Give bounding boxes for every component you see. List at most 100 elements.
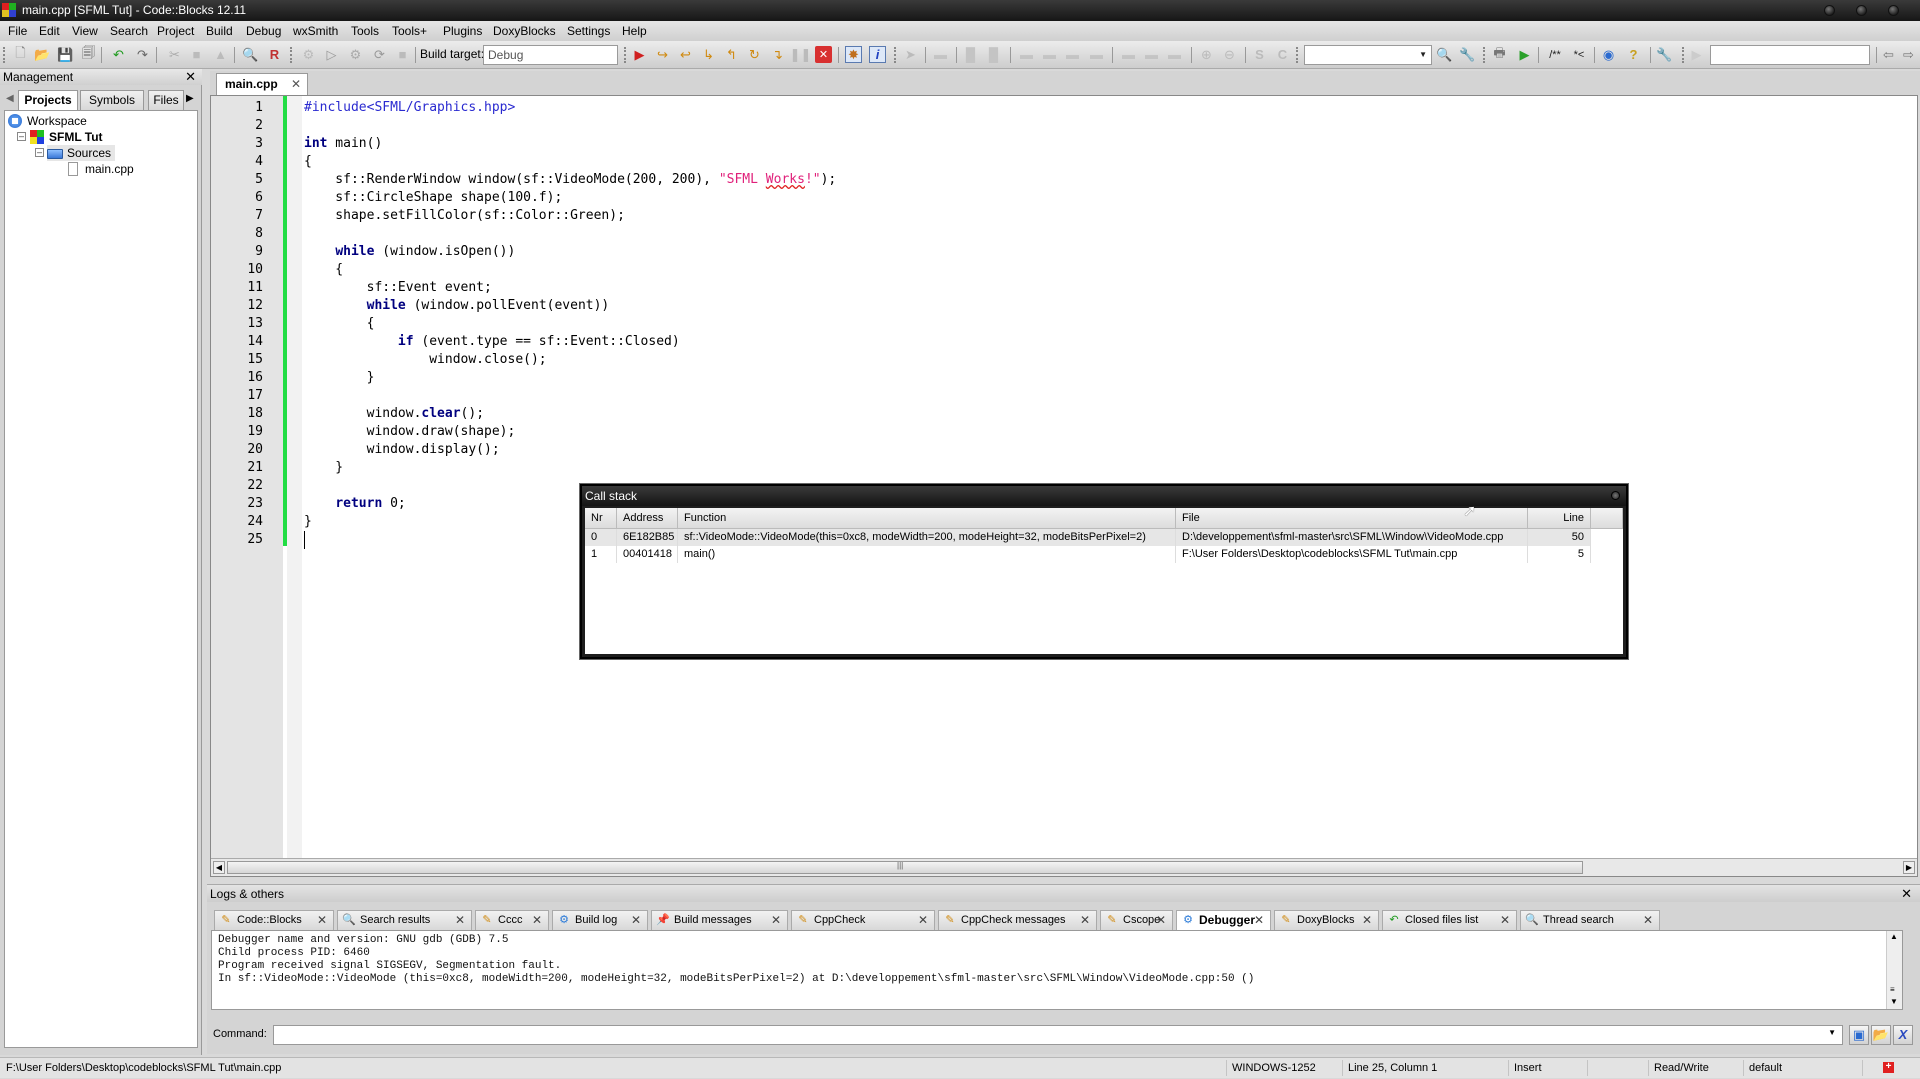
- menu-project[interactable]: Project: [157, 24, 194, 38]
- close-tab-icon[interactable]: ✕: [1156, 911, 1166, 930]
- c-tool-icon[interactable]: C: [1274, 46, 1291, 63]
- menu-tools[interactable]: Tools: [351, 24, 379, 38]
- build-and-run-icon[interactable]: ⚙: [347, 46, 364, 63]
- close-tab-icon[interactable]: ✕: [1362, 911, 1372, 930]
- tree-node-main-cpp[interactable]: main.cpp: [65, 161, 134, 177]
- column-header-address[interactable]: Address: [617, 508, 678, 529]
- close-button[interactable]: [1888, 5, 1899, 16]
- log-tab-cscope[interactable]: ✎ Cscope ✕: [1100, 910, 1173, 930]
- collapse-icon[interactable]: –: [17, 132, 26, 141]
- close-tab-icon[interactable]: ✕: [1500, 911, 1510, 930]
- error-indicator-icon[interactable]: +: [1883, 1062, 1894, 1073]
- wx-tool-icon[interactable]: ▬: [1143, 46, 1160, 63]
- wx-tool-icon[interactable]: █: [985, 46, 1002, 63]
- load-command-button[interactable]: 📂: [1871, 1025, 1891, 1045]
- undo-icon[interactable]: ↶: [110, 46, 127, 63]
- menu-help[interactable]: Help: [622, 24, 647, 38]
- close-tab-icon[interactable]: ✕: [1643, 911, 1653, 930]
- doc-comment-line-icon[interactable]: *<: [1568, 46, 1590, 63]
- run-to-cursor-icon[interactable]: ↪: [654, 46, 671, 63]
- close-tab-icon[interactable]: ✕: [291, 74, 301, 94]
- next-instruction-icon[interactable]: ↻: [746, 46, 763, 63]
- log-tab-build-log[interactable]: ⚙ Build log ✕: [552, 910, 648, 930]
- stop-debugger-icon[interactable]: ✕: [815, 46, 832, 63]
- zoom-out-icon[interactable]: ⊖: [1221, 46, 1238, 63]
- command-input[interactable]: ▼: [273, 1025, 1843, 1045]
- wx-tool-icon[interactable]: █: [962, 46, 979, 63]
- column-header-line[interactable]: Line: [1528, 508, 1591, 529]
- tab-symbols[interactable]: Symbols: [80, 90, 144, 110]
- clear-command-button[interactable]: X: [1893, 1025, 1913, 1045]
- vertical-scrollbar[interactable]: ▲ ≡ ▼: [1886, 931, 1902, 1009]
- horizontal-scrollbar[interactable]: ◀ ||| ▶: [211, 858, 1917, 876]
- close-tab-icon[interactable]: ✕: [1254, 911, 1264, 930]
- tree-node-sources[interactable]: Sources: [47, 145, 116, 161]
- close-tab-icon[interactable]: ✕: [455, 911, 465, 930]
- rebuild-icon[interactable]: ⟳: [371, 46, 388, 63]
- call-stack-window[interactable]: Call stack Nr Address Function File Line…: [580, 484, 1628, 659]
- close-tab-icon[interactable]: ✕: [317, 911, 327, 930]
- tab-files[interactable]: Files: [148, 90, 184, 110]
- log-tab-cccc[interactable]: ✎ Cccc ✕: [475, 910, 549, 930]
- menu-file[interactable]: File: [8, 24, 27, 38]
- tag-icon[interactable]: ▶: [1688, 46, 1705, 63]
- wx-tool-icon[interactable]: ▬: [932, 46, 949, 63]
- scroll-up-arrow-icon[interactable]: ▲: [1890, 932, 1898, 941]
- step-out-icon[interactable]: ↰: [723, 46, 740, 63]
- toolbar-grip[interactable]: [1483, 47, 1486, 63]
- menu-tools-plus[interactable]: Tools+: [392, 24, 427, 38]
- build-icon[interactable]: ⚙: [300, 46, 317, 63]
- printer-icon[interactable]: 🖶: [1491, 45, 1508, 63]
- menu-search[interactable]: Search: [110, 24, 148, 38]
- menu-debug[interactable]: Debug: [246, 24, 281, 38]
- scroll-down-arrow-icon[interactable]: ▼: [1890, 997, 1898, 1006]
- log-tab-code-blocks[interactable]: ✎ Code::Blocks ✕: [214, 910, 334, 930]
- toolbar-grip[interactable]: [3, 47, 6, 63]
- menu-doxyblocks[interactable]: DoxyBlocks: [493, 24, 556, 38]
- wx-tool-icon[interactable]: ▬: [1018, 46, 1035, 63]
- pointer-icon[interactable]: ➤: [902, 46, 919, 63]
- next-line-icon[interactable]: ↩: [677, 46, 694, 63]
- find-icon[interactable]: 🔍: [242, 46, 259, 63]
- maximize-button[interactable]: [1856, 5, 1867, 16]
- close-button[interactable]: [1611, 491, 1620, 500]
- paste-icon[interactable]: ▲: [212, 46, 229, 63]
- s-tool-icon[interactable]: S: [1251, 46, 1268, 63]
- step-into-instruction-icon[interactable]: ↴: [769, 46, 786, 63]
- close-tab-icon[interactable]: ✕: [532, 911, 542, 930]
- zoom-in-icon[interactable]: ⊕: [1198, 46, 1215, 63]
- open-file-icon[interactable]: 📂: [34, 46, 51, 63]
- toolbar-grip[interactable]: [290, 47, 293, 63]
- column-header-function[interactable]: Function: [678, 508, 1176, 529]
- search-icon[interactable]: 🔍: [1436, 46, 1453, 63]
- close-icon[interactable]: ✕: [1901, 885, 1912, 903]
- menu-plugins[interactable]: Plugins: [443, 24, 482, 38]
- tree-node-project[interactable]: SFML Tut: [29, 129, 103, 145]
- chevron-down-icon[interactable]: ▼: [1828, 1028, 1836, 1037]
- collapse-icon[interactable]: –: [35, 148, 44, 157]
- save-all-icon[interactable]: 🗐: [80, 45, 97, 63]
- redo-icon[interactable]: ↷: [134, 46, 151, 63]
- scrollbar-grip-icon[interactable]: ≡: [1890, 985, 1895, 994]
- tab-projects[interactable]: Projects: [18, 90, 78, 111]
- log-tab-build-messages[interactable]: 📌 Build messages ✕: [651, 910, 788, 930]
- run-doxywizard-icon[interactable]: ▶: [1516, 46, 1533, 63]
- preferences-icon[interactable]: 🔧: [1656, 46, 1673, 63]
- log-tab-thread-search[interactable]: 🔍 Thread search ✕: [1520, 910, 1660, 930]
- tree-node-workspace[interactable]: Workspace: [7, 113, 87, 129]
- break-debugger-icon[interactable]: ❚❚: [790, 46, 812, 63]
- menu-settings[interactable]: Settings: [567, 24, 610, 38]
- run-icon[interactable]: ▷: [323, 46, 340, 63]
- extract-docs-icon[interactable]: ◉: [1600, 46, 1617, 63]
- toolbar-grip[interactable]: [1296, 47, 1299, 63]
- close-icon[interactable]: ✕: [185, 69, 196, 85]
- log-tab-closed-files-list[interactable]: ↶ Closed files list ✕: [1382, 910, 1517, 930]
- log-tab-doxyblocks[interactable]: ✎ DoxyBlocks ✕: [1274, 910, 1379, 930]
- close-tab-icon[interactable]: ✕: [771, 911, 781, 930]
- back-arrow-icon[interactable]: ⇦: [1880, 46, 1897, 63]
- log-tab-cppcheck-messages[interactable]: ✎ CppCheck messages ✕: [938, 910, 1097, 930]
- fold-margin[interactable]: [287, 96, 302, 858]
- wrench-icon[interactable]: 🔧: [1459, 46, 1476, 63]
- copy-icon[interactable]: ■: [188, 46, 205, 63]
- log-tab-debugger[interactable]: ⚙ Debugger ✕: [1176, 910, 1271, 930]
